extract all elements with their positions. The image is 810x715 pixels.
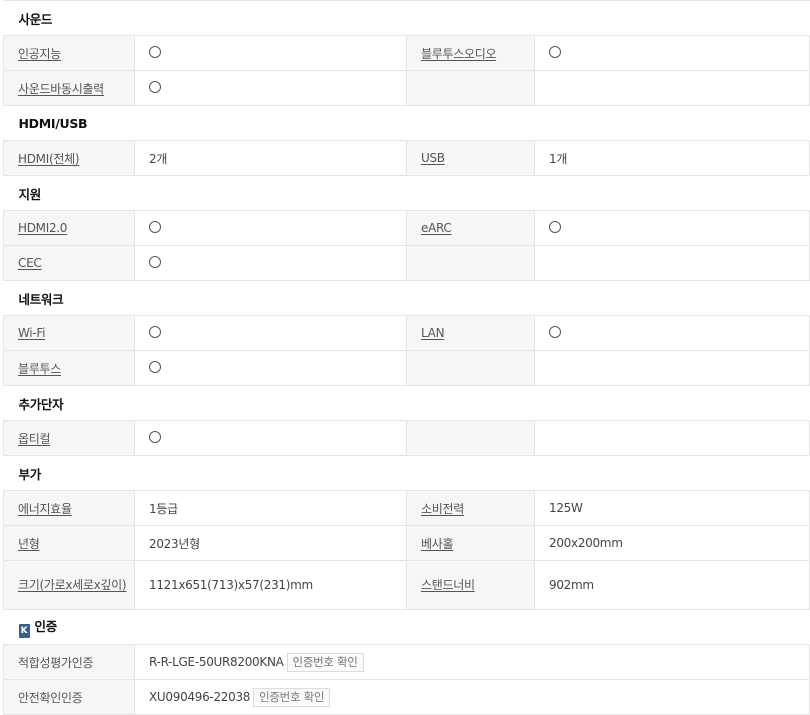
- spec-label-link[interactable]: 블루투스: [18, 362, 61, 376]
- table-row: 크기(가로x세로x깊이) 1121x651(713)x57(231)mm 스탠드…: [3, 560, 810, 610]
- spec-label-link[interactable]: eARC: [421, 221, 452, 235]
- spec-label-link[interactable]: 에너지효율: [18, 502, 72, 516]
- supported-circle-icon: [549, 221, 561, 233]
- spec-value: 200x200mm: [533, 525, 810, 561]
- empty-label-cell: [406, 70, 535, 106]
- section-title: 추가단자: [3, 385, 810, 421]
- section-title: 인증: [34, 619, 58, 634]
- supported-circle-icon: [549, 326, 561, 338]
- spec-label-link[interactable]: 옵티컬: [18, 432, 51, 446]
- cert-number: R-R-LGE-50UR8200KNA: [149, 654, 284, 669]
- section-title: 지원: [3, 175, 810, 211]
- spec-label-link[interactable]: 소비전력: [421, 502, 464, 516]
- spec-value: [533, 210, 810, 246]
- section-header-network: 네트워크: [3, 280, 810, 316]
- table-row: HDMI2.0 eARC: [3, 210, 810, 246]
- spec-value: [134, 245, 407, 281]
- empty-label-cell: [406, 245, 535, 281]
- section-header-support: 지원: [3, 175, 810, 211]
- spec-label-link[interactable]: USB: [421, 151, 445, 165]
- spec-label-link[interactable]: 베사홀: [421, 537, 454, 551]
- spec-value: 125W: [533, 490, 810, 526]
- spec-label-link[interactable]: 년형: [18, 537, 40, 551]
- verify-cert-button[interactable]: 인증번호 확인: [286, 652, 364, 672]
- spec-label-link[interactable]: 크기(가로x세로x깊이): [18, 578, 127, 592]
- supported-circle-icon: [149, 326, 161, 338]
- supported-circle-icon: [149, 361, 161, 373]
- supported-circle-icon: [149, 431, 161, 443]
- table-row: 사운드바동시출력: [3, 70, 810, 106]
- section-header-certification: K 인증: [3, 609, 810, 645]
- section-header-additional: 부가: [3, 455, 810, 491]
- section-title: 사운드: [3, 0, 810, 36]
- spec-label-link[interactable]: 스탠드너비: [421, 578, 475, 592]
- empty-value-cell: [533, 70, 810, 106]
- table-row: 에너지효율 1등급 소비전력 125W: [3, 490, 810, 526]
- empty-value-cell: [533, 245, 810, 281]
- empty-value-cell: [533, 420, 810, 456]
- cert-label: 적합성평가인증: [18, 655, 94, 670]
- spec-label-link[interactable]: 인공지능: [18, 47, 61, 61]
- supported-circle-icon: [149, 256, 161, 268]
- table-row: Wi-Fi LAN: [3, 315, 810, 351]
- empty-label-cell: [406, 350, 535, 386]
- spec-value: 1개: [533, 140, 810, 176]
- spec-value: 1121x651(713)x57(231)mm: [134, 560, 407, 610]
- spec-value: [134, 70, 407, 106]
- empty-value-cell: [533, 350, 810, 386]
- spec-value: [134, 210, 407, 246]
- spec-value: 2023년형: [134, 525, 407, 561]
- supported-circle-icon: [549, 46, 561, 58]
- cert-label: 안전확인인증: [18, 690, 83, 705]
- spec-value: [533, 315, 810, 351]
- spec-value: [134, 420, 407, 456]
- kc-mark-icon: K: [18, 624, 30, 638]
- spec-label-link[interactable]: 블루투스오디오: [421, 47, 496, 61]
- spec-value: [134, 315, 407, 351]
- table-row: HDMI(전체) 2개 USB 1개: [3, 140, 810, 176]
- table-row: 안전확인인증 XU090496-22038 인증번호 확인: [3, 679, 810, 715]
- spec-label-link[interactable]: HDMI2.0: [18, 221, 67, 235]
- spec-label-link[interactable]: CEC: [18, 256, 42, 270]
- supported-circle-icon: [149, 221, 161, 233]
- spec-value: [533, 35, 810, 71]
- table-row: 적합성평가인증 R-R-LGE-50UR8200KNA 인증번호 확인: [3, 644, 810, 680]
- section-title: 부가: [3, 455, 810, 491]
- spec-value: [134, 35, 407, 71]
- spec-label-link[interactable]: LAN: [421, 326, 445, 340]
- spec-value: 902mm: [533, 560, 810, 610]
- section-header-sound: 사운드: [3, 0, 810, 36]
- spec-label-link[interactable]: 사운드바동시출력: [18, 82, 104, 96]
- section-title: 네트워크: [3, 280, 810, 316]
- table-row: 년형 2023년형 베사홀 200x200mm: [3, 525, 810, 561]
- cert-number: XU090496-22038: [149, 689, 251, 704]
- spec-label-link[interactable]: Wi-Fi: [18, 326, 45, 340]
- section-header-hdmi-usb: HDMI/USB: [3, 105, 810, 141]
- table-row: 인공지능 블루투스오디오: [3, 35, 810, 71]
- section-title: HDMI/USB: [3, 105, 810, 141]
- section-header-extra-ports: 추가단자: [3, 385, 810, 421]
- table-row: 블루투스: [3, 350, 810, 386]
- spec-value: 2개: [134, 140, 407, 176]
- spec-table: 사운드 인공지능 블루투스오디오 사운드바동시출력 HDMI/USB HDMI(…: [3, 0, 810, 715]
- spec-value: 1등급: [134, 490, 407, 526]
- spec-label-link[interactable]: HDMI(전체): [18, 152, 80, 166]
- spec-value: [134, 350, 407, 386]
- supported-circle-icon: [149, 46, 161, 58]
- empty-label-cell: [406, 420, 535, 456]
- verify-cert-button[interactable]: 인증번호 확인: [253, 687, 331, 707]
- table-row: CEC: [3, 245, 810, 281]
- table-row: 옵티컬: [3, 420, 810, 456]
- supported-circle-icon: [149, 81, 161, 93]
